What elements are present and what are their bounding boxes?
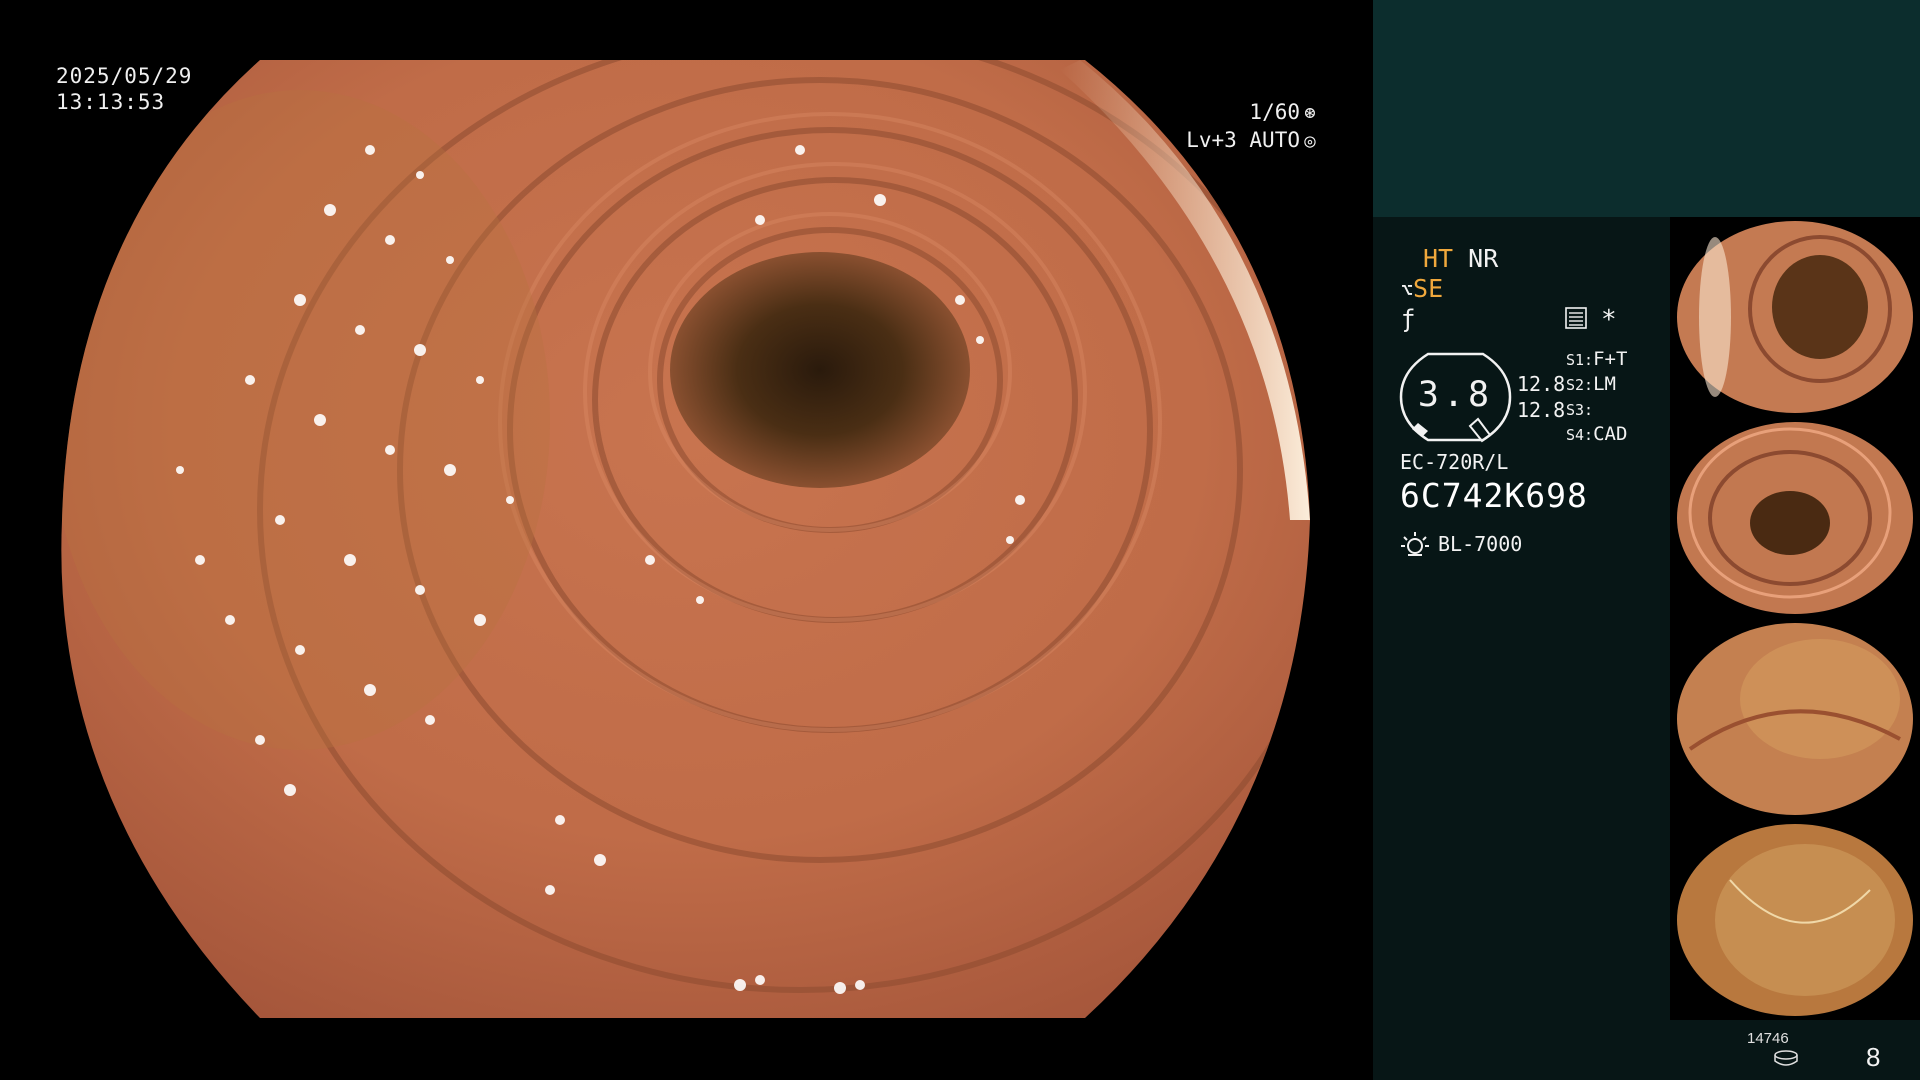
iris-setting-value: Lv+3 AUTO — [1186, 128, 1300, 152]
nr-indicator: NR — [1468, 244, 1499, 273]
f-mark-icon: ƒ — [1401, 305, 1416, 333]
gauge-value: 3.8 — [1417, 375, 1494, 415]
switch-s2: S2:LM — [1566, 373, 1616, 395]
iris-auto-icon: ◎ — [1304, 130, 1316, 152]
se-indicator: SE — [1413, 274, 1444, 303]
switch-s4: S4:CAD — [1566, 423, 1627, 445]
shutter-speed-value: 1/60 — [1249, 100, 1300, 124]
switch-s1: S1:F+T — [1566, 348, 1627, 370]
scope-model: EC-720R/L — [1400, 450, 1509, 474]
thumbnail-4[interactable] — [1670, 820, 1920, 1020]
thumbnail-3[interactable] — [1670, 619, 1920, 819]
switch-value: LM — [1593, 373, 1616, 395]
switch-key: S1: — [1566, 351, 1594, 369]
se-row: ⌥SE — [1401, 274, 1443, 303]
light-source: BL-7000 — [1438, 532, 1523, 556]
exam-date: 2025/05/29 — [56, 64, 193, 88]
endoscope-view: 2025/05/29 13:13:53 1/60 ⊛ Lv+3 AUTO ◎ — [0, 0, 1373, 1080]
thumbnail-strip — [1670, 217, 1920, 1020]
shutter-icon: ⊛ — [1304, 102, 1316, 124]
switch-key: S3: — [1566, 401, 1594, 419]
enhancement-row: HT NR — [1423, 244, 1498, 273]
gauge-side-value-2: 12.8 — [1517, 398, 1566, 422]
image-count: 14746 — [1747, 1030, 1789, 1047]
switch-value: F+T — [1593, 348, 1628, 370]
gauge-side-value-1: 12.8 — [1517, 372, 1566, 396]
light-source-icon — [1401, 532, 1429, 556]
switch-value: CAD — [1593, 423, 1628, 445]
page-number: 8 — [1866, 1042, 1881, 1072]
storage-disk-icon — [1774, 1050, 1798, 1066]
scope-serial: 6C742K698 — [1400, 476, 1588, 515]
iris-setting: Lv+3 AUTO ◎ — [1186, 128, 1320, 152]
thumbnail-1[interactable] — [1670, 217, 1920, 417]
switch-key: S2: — [1566, 376, 1594, 394]
info-panel: HT NR ⌥SE ƒ * 3.8 12.8 12.8 S1:F+T S2:LM… — [1373, 217, 1670, 1080]
ht-indicator: HT — [1423, 244, 1454, 273]
endoscope-screen: 2025/05/29 13:13:53 1/60 ⊛ Lv+3 AUTO ◎ HT … — [0, 0, 1920, 1080]
asterisk-indicator: * — [1601, 305, 1617, 335]
top-info-area — [1373, 0, 1920, 217]
menu-list-icon — [1565, 307, 1587, 329]
switch-s3: S3: — [1566, 398, 1593, 420]
shutter-speed: 1/60 ⊛ — [1249, 100, 1320, 124]
endoscopic-image — [0, 0, 1373, 1080]
exam-time: 13:13:53 — [56, 90, 166, 114]
structure-enhance-icon: ⌥ — [1401, 278, 1414, 302]
thumbnail-2[interactable] — [1670, 418, 1920, 618]
switch-key: S4: — [1566, 426, 1594, 444]
